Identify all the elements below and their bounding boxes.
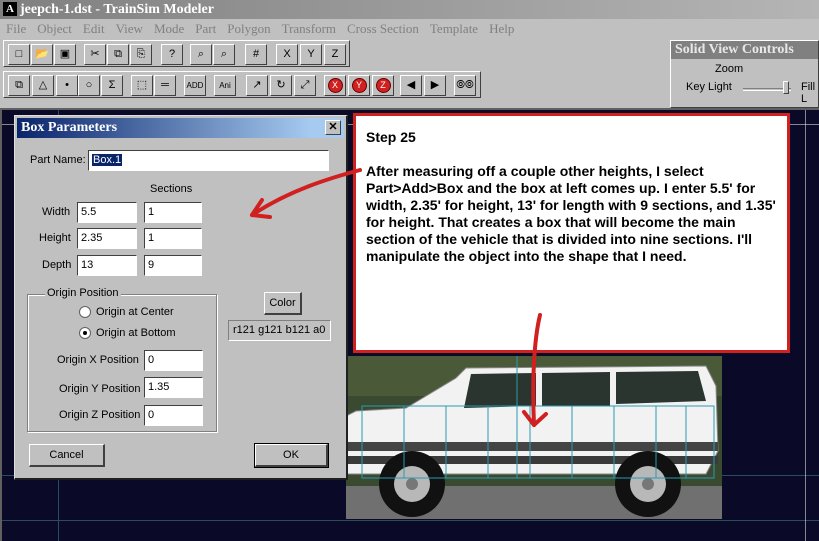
app-window: A jeepch-1.dst - TrainSim Modeler File Ob… bbox=[0, 0, 819, 541]
arrow-to-dialog bbox=[250, 168, 362, 217]
annotation-arrows bbox=[250, 168, 548, 427]
arrow-to-photo bbox=[531, 313, 542, 427]
